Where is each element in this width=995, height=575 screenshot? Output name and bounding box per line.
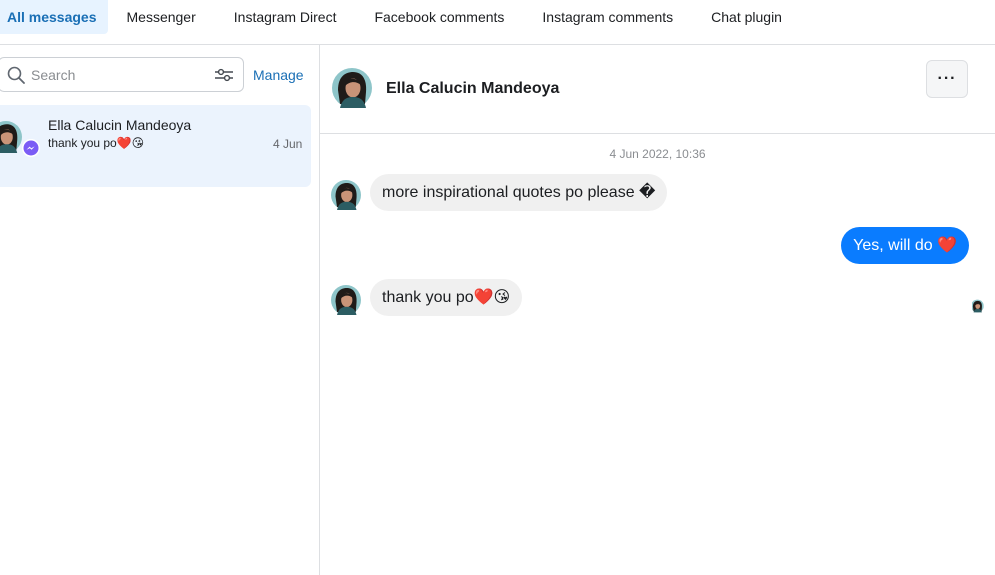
tab-all-messages[interactable]: All messages — [0, 0, 108, 34]
channel-tabs: All messages Messenger Instagram Direct … — [0, 0, 995, 45]
conversation-item[interactable]: Ella Calucin Mandeoya thank you po❤️😘 4 … — [0, 105, 311, 187]
search-icon — [7, 66, 25, 84]
conversation-preview: thank you po❤️😘 — [48, 136, 145, 150]
tab-facebook-comments[interactable]: Facebook comments — [355, 0, 523, 34]
incoming-message[interactable]: thank you po❤️😘 — [370, 279, 523, 316]
message-timestamp: 4 Jun 2022, 10:36 — [609, 147, 706, 161]
tab-messenger[interactable]: Messenger — [108, 0, 215, 34]
contact-avatar[interactable] — [332, 68, 372, 108]
sender-avatar — [331, 285, 361, 315]
read-receipt-avatar — [972, 298, 986, 314]
messenger-icon — [22, 139, 40, 157]
incoming-message[interactable]: more inspirational quotes po please � — [370, 174, 668, 211]
chat-header: Ella Calucin Mandeoya ··· — [320, 45, 995, 134]
outgoing-message[interactable]: Yes, will do ❤️ — [841, 227, 969, 264]
conversation-list-pane: Manage Ella Calucin Mandeoya thank you p… — [0, 45, 320, 575]
tab-chat-plugin[interactable]: Chat plugin — [692, 0, 801, 34]
contact-name: Ella Calucin Mandeoya — [386, 80, 560, 97]
manage-link[interactable]: Manage — [253, 67, 304, 83]
tab-instagram-direct[interactable]: Instagram Direct — [215, 0, 356, 34]
filter-sliders-icon[interactable] — [214, 66, 234, 84]
search-input[interactable] — [31, 64, 201, 86]
conversation-date: 4 Jun — [273, 137, 303, 151]
tab-instagram-comments[interactable]: Instagram comments — [523, 0, 692, 34]
sender-avatar — [331, 180, 361, 210]
conversation-name: Ella Calucin Mandeoya — [48, 117, 192, 133]
more-options-button[interactable]: ··· — [926, 60, 968, 98]
search-box[interactable] — [0, 57, 244, 92]
